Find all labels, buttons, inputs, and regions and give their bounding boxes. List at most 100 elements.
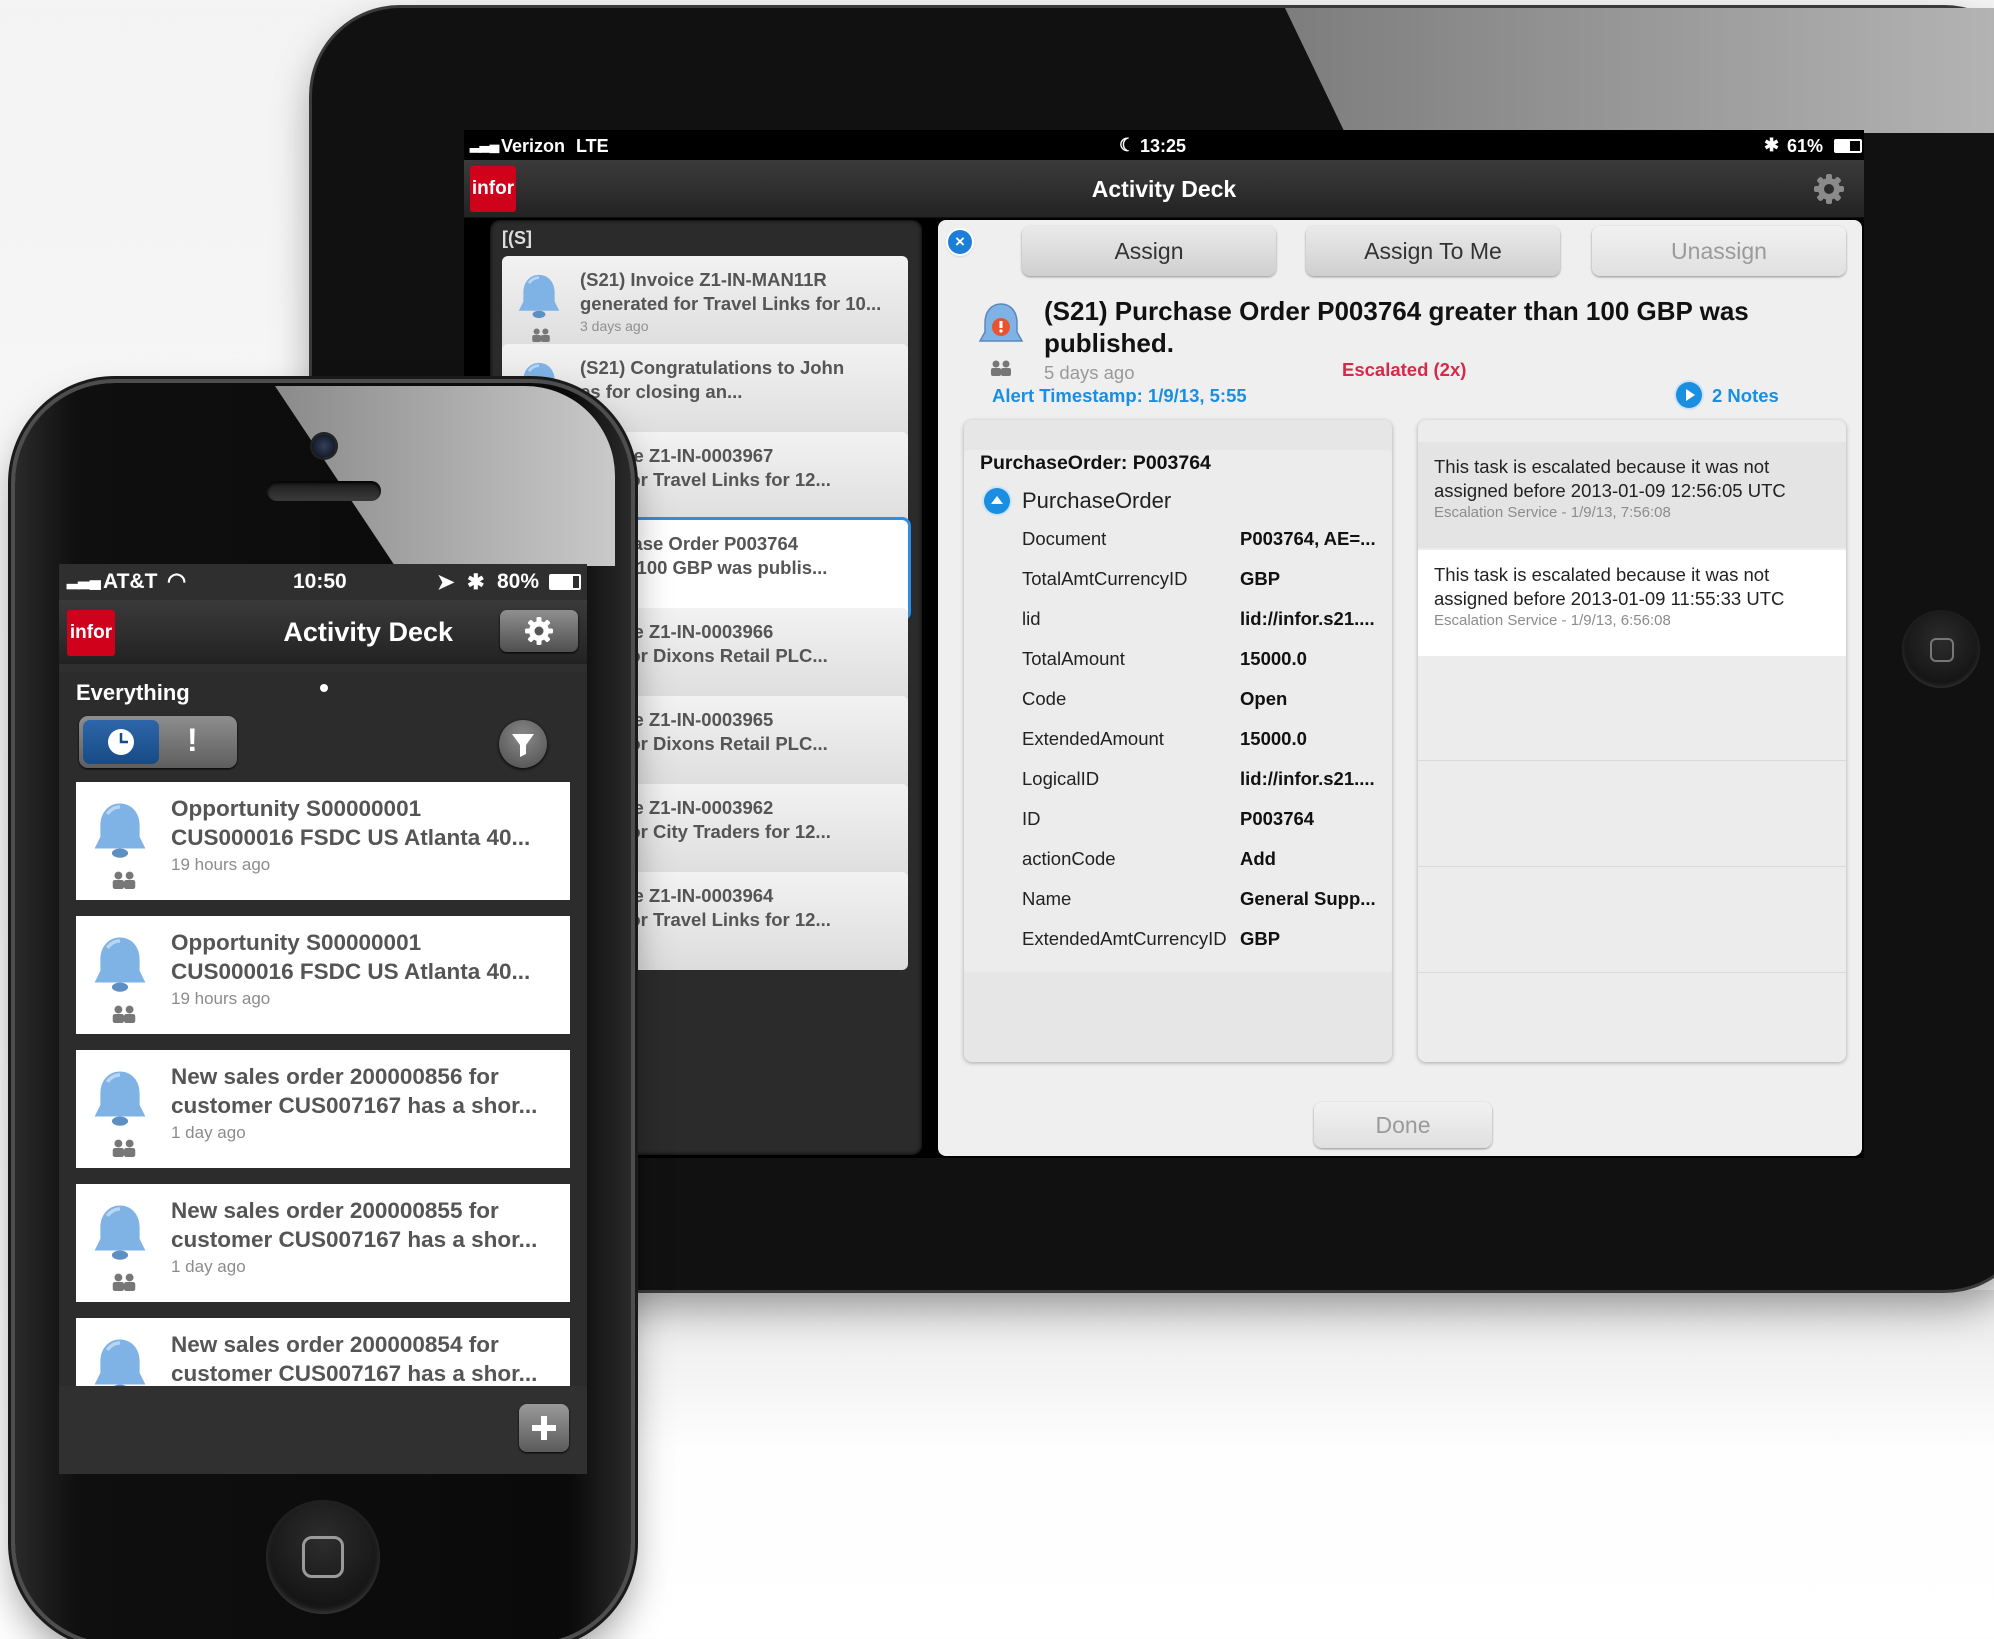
item-title: New sales order 200000854 for [171, 1332, 499, 1357]
property-value: GBP [1240, 568, 1281, 589]
item-title: customer CUS007167 has a shor... [171, 1093, 538, 1118]
signal-icon: ▂▃▄ [470, 136, 499, 152]
list-item[interactable]: Opportunity S00000001 CUS000016 FSDC US … [76, 782, 570, 900]
ipad-detail-pane: × Assign Assign To Me Unassign (S21) Pur… [938, 220, 1862, 1156]
battery-icon [549, 574, 581, 590]
bluetooth-icon: ✱ [467, 571, 485, 594]
object-header: PurchaseOrder: P003764 [980, 452, 1211, 474]
assign-to-me-button[interactable]: Assign To Me [1306, 226, 1560, 276]
group-icon [110, 1273, 138, 1291]
group-icon [110, 1005, 138, 1023]
network-label: LTE [576, 136, 609, 156]
list-item[interactable]: (S21) Invoice Z1-IN-MAN11R generated for… [502, 256, 908, 354]
filter-funnel-icon[interactable] [499, 720, 547, 768]
settings-button[interactable] [500, 610, 578, 652]
property-key: Code [1022, 688, 1067, 709]
item-title: (S21) Congratulations to John [580, 357, 845, 378]
collapse-icon[interactable] [984, 488, 1010, 514]
item-age: 19 hours ago [171, 855, 271, 874]
property-key: TotalAmtCurrencyID [1022, 568, 1188, 589]
page-indicator-dot [320, 684, 328, 692]
property-value: General Supp... [1240, 888, 1376, 909]
ipad-nav-title: Activity Deck [1091, 176, 1237, 202]
play-icon[interactable] [1676, 382, 1702, 408]
iphone-nav-title: Activity Deck [283, 617, 453, 647]
item-title: customer CUS007167 has a shor... [171, 1361, 538, 1386]
add-plus-icon[interactable] [519, 1404, 569, 1452]
item-age: 19 hours ago [171, 989, 271, 1008]
bell-icon [91, 1068, 149, 1128]
important-tab-exclamation-icon[interactable]: ! [187, 722, 198, 759]
property-value: Add [1240, 848, 1276, 869]
gear-icon [524, 616, 554, 646]
note-text: assigned before 2013-01-09 11:55:33 UTC [1434, 588, 1785, 609]
list-item[interactable]: New sales order 200000856 for customer C… [76, 1050, 570, 1168]
carrier-label: AT&T [103, 570, 158, 593]
item-title: customer CUS007167 has a shor... [171, 1227, 538, 1252]
object-node-label[interactable]: PurchaseOrder [1022, 488, 1171, 514]
property-value: Open [1240, 688, 1288, 709]
note-meta: Escalation Service - 1/9/13, 7:56:08 [1434, 504, 1671, 521]
group-icon [530, 328, 552, 342]
assign-button[interactable]: Assign [1022, 226, 1276, 276]
iphone-home-square-icon [302, 1536, 344, 1578]
iphone-screen: Everything ! Opportunity S00000001 CUS00… [59, 564, 587, 1474]
ipad-navbar: infor Activity Deck [464, 160, 1864, 218]
iphone-time: 10:50 [293, 570, 347, 593]
detail-title-line1: (S21) Purchase Order P003764 greater tha… [1044, 296, 1749, 326]
property-key: ID [1022, 808, 1041, 829]
item-title: New sales order 200000855 for [171, 1198, 499, 1223]
bell-icon [516, 272, 562, 320]
view-toggle: ! [79, 716, 237, 768]
camera-icon [312, 434, 336, 458]
escalated-badge: Escalated (2x) [1342, 359, 1467, 380]
item-title: Opportunity S00000001 [171, 796, 422, 821]
property-key: TotalAmount [1022, 648, 1125, 669]
detail-age: 5 days ago [1044, 362, 1135, 383]
list-item[interactable]: New sales order 200000855 for customer C… [76, 1184, 570, 1302]
property-value: 15000.0 [1240, 728, 1307, 749]
item-title: CUS000016 FSDC US Atlanta 40... [171, 825, 531, 850]
item-age: 1 day ago [171, 1257, 246, 1276]
divider [1418, 866, 1846, 867]
unassign-button[interactable]: Unassign [1592, 226, 1846, 276]
ipad-home-square-icon [1930, 638, 1954, 662]
properties-panel: PurchaseOrder: P003764 PurchaseOrder Doc… [964, 420, 1392, 1062]
notes-link[interactable]: 2 Notes [1712, 385, 1779, 407]
property-key: lid [1022, 608, 1041, 629]
property-value: P003764 [1240, 808, 1315, 829]
property-key: actionCode [1022, 848, 1116, 869]
filter-label: Everything [76, 680, 190, 705]
clock-icon [106, 727, 136, 757]
close-icon[interactable]: × [948, 230, 972, 254]
item-title: CUS000016 FSDC US Atlanta 40... [171, 959, 531, 984]
item-title: generated for Travel Links for 10... [580, 293, 882, 314]
bell-icon [91, 800, 149, 860]
note-text: assigned before 2013-01-09 12:56:05 UTC [1434, 480, 1786, 501]
property-value: P003764, AE=... [1240, 528, 1376, 549]
bell-icon [91, 934, 149, 994]
note-item[interactable]: This task is escalated because it was no… [1418, 550, 1846, 656]
iphone-bottom-bar [59, 1386, 587, 1474]
property-key: ExtendedAmount [1022, 728, 1164, 749]
property-key: Name [1022, 888, 1072, 909]
divider [1418, 760, 1846, 761]
list-item[interactable]: Opportunity S00000001 CUS000016 FSDC US … [76, 916, 570, 1034]
property-value: lid://infor.s21.... [1240, 608, 1375, 629]
property-key: ExtendedAmtCurrencyID [1022, 928, 1227, 949]
property-value: 15000.0 [1240, 648, 1307, 669]
item-title: Opportunity S00000001 [171, 930, 422, 955]
settings-gear-icon[interactable] [1812, 172, 1846, 206]
done-button[interactable]: Done [1314, 1102, 1492, 1148]
item-title: (S21) Invoice Z1-IN-MAN11R [580, 269, 827, 290]
divider [1418, 972, 1846, 973]
note-text: This task is escalated because it was no… [1434, 456, 1770, 477]
moon-icon: ☾ [1119, 135, 1136, 155]
property-value: lid://infor.s21.... [1240, 768, 1375, 789]
speaker-grille [267, 481, 381, 501]
note-item[interactable]: This task is escalated because it was no… [1418, 442, 1846, 548]
location-arrow-icon: ➤ [437, 571, 455, 594]
note-meta: Escalation Service - 1/9/13, 6:56:08 [1434, 612, 1671, 629]
battery-icon [1834, 139, 1862, 153]
ipad-status-bar: ▂▃▄ Verizon LTE ☾ 13:25 ✱ 61% [464, 134, 1864, 160]
